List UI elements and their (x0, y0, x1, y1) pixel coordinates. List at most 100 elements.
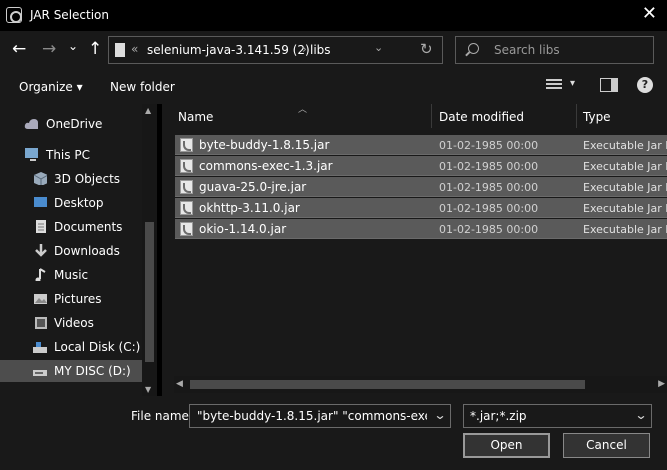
cloud-icon (24, 119, 38, 129)
breadcrumb-separator[interactable]: › (302, 42, 307, 56)
help-icon[interactable]: ? (637, 77, 653, 93)
title-bar: JAR Selection ✕ (0, 0, 667, 31)
recent-locations-button[interactable]: ⌄ (68, 36, 78, 56)
preview-pane-icon[interactable] (600, 78, 618, 92)
sidebar-scrollbar[interactable]: ▲ ▼ (142, 104, 157, 396)
file-type-select[interactable]: *.jar;*.zip ⌄ (463, 404, 652, 428)
toolbar: Organize ▾ New folder ▾ ? (0, 69, 667, 104)
sidebar-item-label: Pictures (54, 292, 102, 306)
desktop-icon (34, 197, 47, 207)
file-row[interactable]: guava-25.0-jre.jar 01-02-1985 00:00 Exec… (175, 177, 667, 197)
scrollbar-thumb[interactable] (190, 380, 585, 389)
column-header-type[interactable]: Type (583, 110, 611, 124)
file-row[interactable]: byte-buddy-1.8.15.jar 01-02-1985 00:00 E… (175, 135, 667, 155)
address-dropdown-icon[interactable]: ⌄ (374, 41, 383, 54)
jar-file-icon (180, 138, 193, 152)
app-icon (6, 7, 22, 23)
jar-file-icon (180, 159, 193, 173)
file-date-modified: 01-02-1985 00:00 (439, 160, 539, 173)
file-name-field[interactable]: "byte-buddy-1.8.15.jar" "commons-exec-1.… (189, 404, 451, 428)
search-box[interactable] (455, 36, 654, 64)
documents-icon (36, 220, 46, 233)
column-divider[interactable] (431, 104, 432, 128)
scrollbar-thumb[interactable] (145, 222, 154, 362)
scroll-right-icon[interactable]: ▶ (658, 379, 665, 389)
sidebar-item-label: OneDrive (46, 117, 103, 131)
search-input[interactable] (494, 41, 644, 59)
file-name-value[interactable]: "byte-buddy-1.8.15.jar" "commons-exec-1.… (197, 409, 427, 423)
chevron-down-icon[interactable]: ⌄ (634, 408, 647, 422)
folder-icon (115, 43, 125, 57)
pictures-icon (34, 294, 47, 304)
view-options-icon[interactable] (546, 79, 562, 92)
download-arrow-icon (35, 244, 47, 257)
new-folder-button[interactable]: New folder (110, 80, 175, 94)
file-row[interactable]: commons-exec-1.3.jar 01-02-1985 00:00 Ex… (175, 156, 667, 176)
sidebar-item-videos[interactable]: Videos (0, 312, 157, 334)
sidebar-item-my-disc-d[interactable]: MY DISC (D:) (0, 360, 157, 382)
file-type: Executable Jar File (583, 139, 667, 152)
sidebar-item-downloads[interactable]: Downloads (0, 240, 157, 262)
close-button[interactable]: ✕ (642, 3, 657, 24)
file-list: ︿ Name Date modified Type byte-buddy-1.8… (162, 104, 667, 396)
sidebar-item-label: 3D Objects (54, 172, 121, 186)
scroll-down-icon[interactable]: ▼ (145, 385, 151, 394)
bottom-panel: File name: "byte-buddy-1.8.15.jar" "comm… (0, 396, 667, 470)
file-row[interactable]: okhttp-3.11.0.jar 01-02-1985 00:00 Execu… (175, 198, 667, 218)
organize-button[interactable]: Organize ▾ (19, 80, 83, 94)
jar-file-icon (180, 222, 193, 236)
jar-file-icon (180, 201, 193, 215)
music-note-icon (35, 268, 46, 281)
jar-file-icon (180, 180, 193, 194)
column-divider[interactable] (576, 104, 577, 128)
file-type: Executable Jar File (583, 223, 667, 236)
breadcrumb-item[interactable]: libs (310, 43, 331, 57)
file-type: Executable Jar File (583, 202, 667, 215)
navigation-bar: ← → ⌄ ↑ « selenium-java-3.141.59 (2) › l… (0, 31, 667, 69)
sidebar-item-label: Videos (54, 316, 94, 330)
column-header-row: ︿ Name Date modified Type (162, 104, 667, 128)
scroll-up-icon[interactable]: ▲ (145, 106, 151, 115)
file-date-modified: 01-02-1985 00:00 (439, 202, 539, 215)
address-bar[interactable]: « selenium-java-3.141.59 (2) › libs ⌄ ↻ (108, 36, 443, 64)
chevron-down-icon[interactable]: ⌄ (433, 408, 446, 422)
sidebar-item-pictures[interactable]: Pictures (0, 288, 157, 310)
forward-button[interactable]: → (42, 39, 56, 59)
file-name-label: File name: (131, 409, 193, 423)
disc-drive-icon (33, 370, 47, 376)
window-title: JAR Selection (30, 8, 109, 22)
refresh-button[interactable]: ↻ (420, 40, 433, 58)
breadcrumb-item[interactable]: selenium-java-3.141.59 (2) (147, 43, 310, 57)
back-button[interactable]: ← (12, 39, 26, 59)
file-name: byte-buddy-1.8.15.jar (199, 138, 330, 152)
file-name: okhttp-3.11.0.jar (199, 201, 300, 215)
sidebar-item-label: Desktop (54, 196, 104, 210)
file-date-modified: 01-02-1985 00:00 (439, 181, 539, 194)
sidebar-item-documents[interactable]: Documents (0, 216, 157, 238)
sidebar-item-local-disk-c[interactable]: Local Disk (C:) (0, 336, 157, 358)
column-header-date-modified[interactable]: Date modified (439, 110, 524, 124)
sidebar-item-this-pc[interactable]: This PC (0, 144, 157, 166)
file-name: okio-1.14.0.jar (199, 222, 287, 236)
sidebar-item-label: Music (54, 268, 89, 282)
up-button[interactable]: ↑ (88, 39, 102, 59)
horizontal-scrollbar[interactable]: ◀ ▶ (174, 376, 667, 393)
scroll-left-icon[interactable]: ◀ (176, 379, 183, 389)
file-row[interactable]: okio-1.14.0.jar 01-02-1985 00:00 Executa… (175, 219, 667, 239)
sidebar-item-label: Local Disk (C:) (54, 340, 141, 354)
file-name: commons-exec-1.3.jar (199, 159, 333, 173)
sidebar-item-music[interactable]: Music (0, 264, 157, 286)
videos-icon (35, 317, 47, 329)
sidebar-item-onedrive[interactable]: OneDrive (0, 113, 157, 135)
column-header-name[interactable]: Name (178, 110, 213, 124)
sidebar-item-label: This PC (46, 148, 90, 162)
file-type: Executable Jar File (583, 181, 667, 194)
file-type: Executable Jar File (583, 160, 667, 173)
sidebar-item-3d-objects[interactable]: 3D Objects (0, 168, 157, 190)
breadcrumb-overflow[interactable]: « (131, 42, 138, 56)
drive-icon (33, 342, 47, 353)
open-button[interactable]: Open (463, 433, 550, 458)
view-options-dropdown[interactable]: ▾ (570, 78, 575, 89)
cancel-button[interactable]: Cancel (563, 433, 650, 458)
sidebar-item-desktop[interactable]: Desktop (0, 192, 157, 214)
